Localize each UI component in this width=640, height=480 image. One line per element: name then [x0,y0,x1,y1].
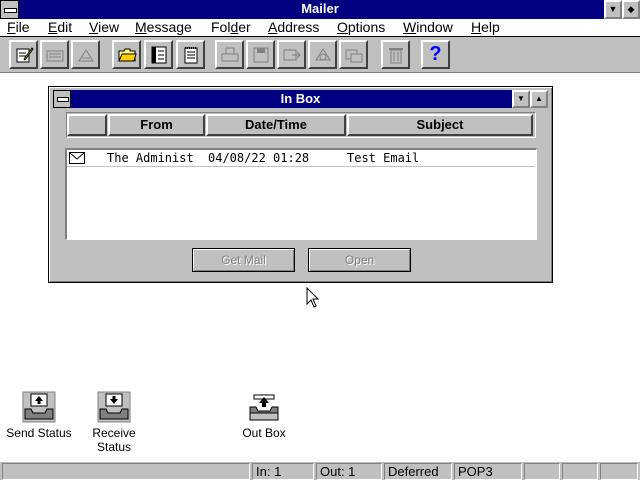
reply-all-icon [314,47,331,60]
app-title: Mailer [301,1,339,16]
receive-status-icon-item[interactable]: Receive Status [74,391,154,454]
move-icon [283,49,301,60]
message-list[interactable]: The Administ 04/08/22 01:28 Test Email [65,148,537,240]
delete-button[interactable] [381,40,410,69]
help-icon: ? [429,43,442,65]
help-button[interactable]: ? [421,40,450,69]
undelete-icon [345,49,362,62]
reply-icon [46,50,63,61]
send-status-label: Send Status [6,426,72,440]
inbox-maximize-button[interactable]: ▲ [530,90,548,108]
menu-edit[interactable]: Edit [48,19,72,35]
save-button[interactable] [246,40,275,69]
compose-button[interactable] [9,40,38,69]
menu-window[interactable]: Window [403,19,453,35]
open-folder-icon [117,48,137,61]
folder-button[interactable] [112,40,141,69]
get-mail-button[interactable]: Get Mail [192,248,295,272]
status-in-count: In: 1 [252,463,314,480]
status-mode: Deferred [384,463,452,480]
status-bar: In: 1 Out: 1 Deferred POP3 [0,461,640,480]
send-status-icon [22,391,56,423]
receive-status-icon [97,391,131,423]
reply-button[interactable] [40,40,69,69]
inbox-title: In Box [280,91,321,106]
menu-address[interactable]: Address [268,19,319,35]
inbox-minimize-button[interactable]: ▼ [512,90,530,108]
menu-bar: File Edit View Message Folder Address Op… [0,19,640,37]
message-datetime: 04/08/22 01:28 [208,151,310,165]
inbox-caption[interactable]: In Box ▼ ▲ [53,90,548,108]
notepad-button[interactable] [176,40,205,69]
column-header-flag[interactable] [67,114,107,136]
menu-view[interactable]: View [89,19,119,35]
send-status-icon-item[interactable]: Send Status [6,391,72,440]
address-book-icon [151,46,166,63]
column-header-bar: From Date/Time Subject [66,112,536,138]
status-cell-extra-1 [524,463,560,480]
undelete-button[interactable] [339,40,368,69]
app-title-bar: Mailer ▼ ◆ [0,0,640,19]
minimize-button[interactable]: ▼ [604,0,622,19]
trash-icon [388,47,403,63]
print-button[interactable] [215,40,244,69]
inbox-window[interactable]: In Box ▼ ▲ From Date/Time Subject The Ad… [48,86,553,283]
status-out-count: Out: 1 [316,463,382,480]
address-book-button[interactable] [144,40,173,69]
restore-button[interactable]: ◆ [622,0,640,19]
save-icon [253,47,268,62]
open-button[interactable]: Open [308,248,411,272]
column-header-subject[interactable]: Subject [347,114,533,136]
menu-options[interactable]: Options [337,19,385,35]
reply-all-button[interactable] [308,40,337,69]
out-box-icon-item[interactable]: Out Box [234,391,294,440]
menu-folder[interactable]: Folder [211,19,251,35]
receive-status-label: Receive Status [92,426,136,454]
status-cell-extra-3 [600,463,638,480]
message-row[interactable]: The Administ 04/08/22 01:28 Test Email [67,150,535,167]
menu-file[interactable]: File [7,19,30,35]
status-protocol: POP3 [454,463,522,480]
forward-icon [77,48,94,61]
toolbar: ? [0,37,640,73]
out-box-label: Out Box [242,426,286,440]
column-header-datetime[interactable]: Date/Time [206,114,346,136]
notepad-icon [184,46,197,63]
compose-icon [16,46,34,62]
move-button[interactable] [277,40,306,69]
forward-button[interactable] [71,40,100,69]
envelope-icon [69,152,85,167]
status-message-cell [2,463,250,480]
message-subject: Test Email [347,151,420,165]
menu-help[interactable]: Help [471,19,500,35]
out-box-icon [249,394,279,421]
print-icon [221,47,238,61]
message-from: The Administ [107,151,194,165]
status-cell-extra-2 [562,463,598,480]
column-header-from[interactable]: From [108,114,205,136]
menu-message[interactable]: Message [135,19,192,35]
mouse-cursor-icon [306,287,320,308]
